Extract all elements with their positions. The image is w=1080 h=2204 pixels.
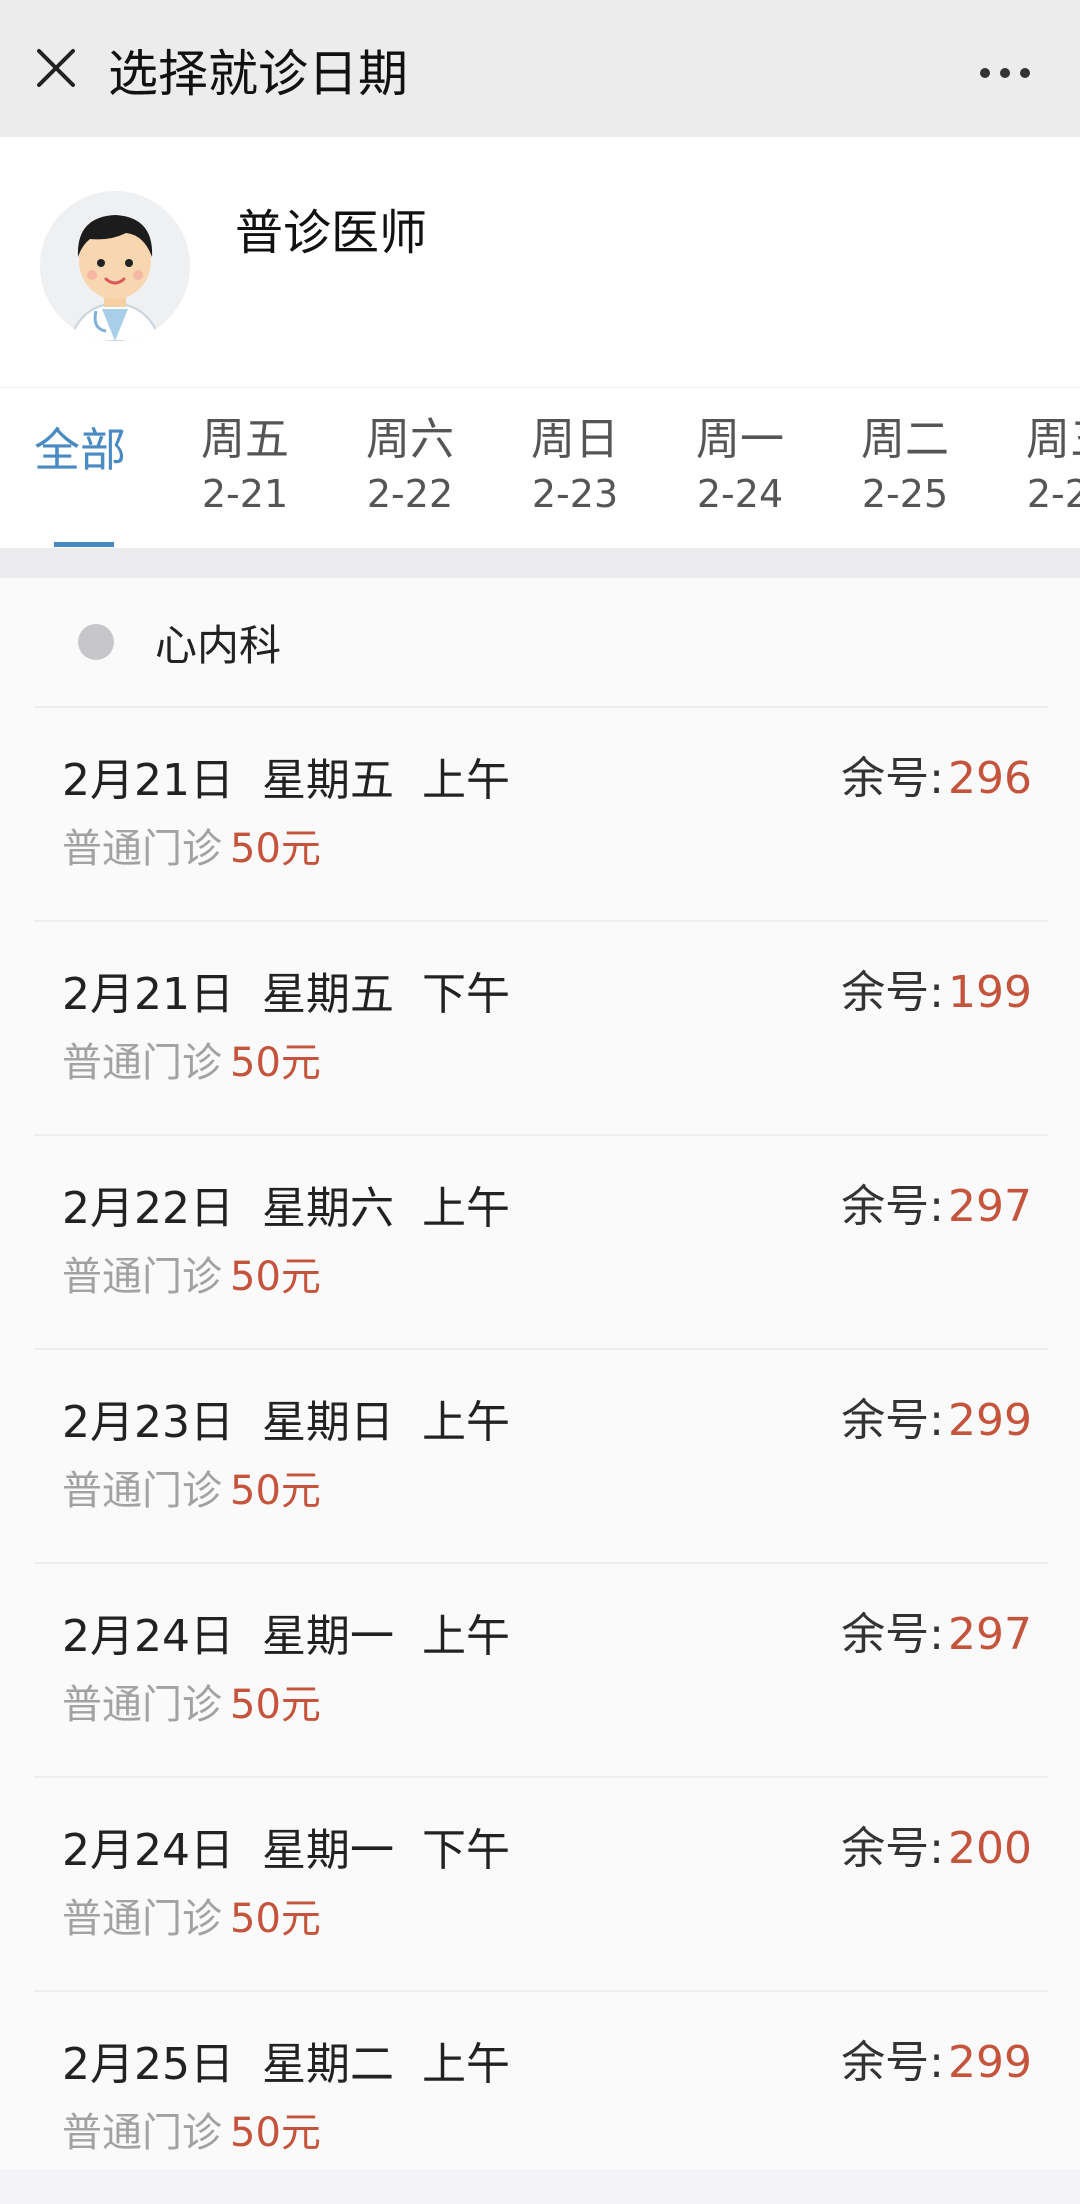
close-icon (37, 49, 75, 87)
schedule-list: 心内科 2月21日 星期五 上午 普通门诊 50元 余号:296 2月21日 星期… (0, 578, 1080, 2169)
tab-weekday: 周三 (1026, 414, 1080, 465)
doctor-avatar (40, 191, 190, 341)
tab-date-label: 2-21 (201, 472, 289, 516)
slot-row[interactable]: 2月25日 星期二 上午 普通门诊 50元 余号:299 (34, 1990, 1048, 2204)
page-title: 选择就诊日期 (108, 45, 408, 103)
remaining-count: 余号:199 (841, 967, 1032, 1018)
slot-fee: 普通门诊 50元 (62, 1672, 321, 1730)
more-button[interactable] (970, 48, 1040, 98)
tab-date[interactable]: 周一 2-24 (680, 388, 800, 548)
doctor-header: 普诊医师 (0, 137, 1080, 388)
slot-row[interactable]: 2月21日 星期五 下午 普通门诊 50元 余号:199 (34, 920, 1048, 1134)
close-button[interactable] (26, 38, 86, 98)
tab-date-label: 2-22 (366, 472, 454, 516)
remaining-count: 余号:297 (841, 1609, 1032, 1660)
slot-row[interactable]: 2月24日 星期一 上午 普通门诊 50元 余号:297 (34, 1562, 1048, 1776)
clinic-type: 普通门诊 (62, 1682, 222, 1728)
tab-date-label: 2-24 (696, 472, 784, 516)
tab-date[interactable]: 周五 2-21 (185, 388, 305, 548)
tab-label: 全部 (34, 423, 126, 477)
remaining-count: 余号:299 (841, 2037, 1032, 2088)
more-icon (980, 68, 1030, 78)
price: 50元 (230, 2110, 321, 2156)
tab-weekday: 周日 (531, 414, 619, 465)
slot-datetime: 2月21日 星期五 上午 (62, 755, 510, 806)
slot-datetime: 2月24日 星期一 下午 (62, 1825, 510, 1876)
slot-rows: 2月21日 星期五 上午 普通门诊 50元 余号:296 2月21日 星期五 下午… (34, 706, 1048, 2204)
department-name: 心内科 (155, 621, 282, 670)
active-tab-indicator (54, 542, 114, 547)
clinic-type: 普通门诊 (62, 826, 222, 872)
slot-row[interactable]: 2月21日 星期五 上午 普通门诊 50元 余号:296 (34, 706, 1048, 920)
tab-date-label: 2-26 (1026, 472, 1080, 516)
price: 50元 (230, 1896, 321, 1942)
slot-fee: 普通门诊 50元 (62, 816, 321, 874)
slot-fee: 普通门诊 50元 (62, 2100, 321, 2158)
slot-datetime: 2月22日 星期六 上午 (62, 1183, 510, 1234)
remaining-count: 余号:299 (841, 1395, 1032, 1446)
slot-row[interactable]: 2月23日 星期日 上午 普通门诊 50元 余号:299 (34, 1348, 1048, 1562)
date-tabs: 全部 周五 2-21 周六 2-22 周日 2-23 周一 2-24 周二 2-… (0, 388, 1080, 548)
tab-date-label: 2-23 (531, 472, 619, 516)
doctor-name: 普诊医师 (235, 205, 428, 261)
price: 50元 (230, 826, 321, 872)
slot-datetime: 2月25日 星期二 上午 (62, 2039, 510, 2090)
tab-date-label: 2-25 (861, 472, 949, 516)
tab-weekday: 周五 (201, 414, 289, 465)
tab-date[interactable]: 周二 2-25 (845, 388, 965, 548)
clinic-type: 普通门诊 (62, 1040, 222, 1086)
clinic-type: 普通门诊 (62, 1468, 222, 1514)
slot-fee: 普通门诊 50元 (62, 1244, 321, 1302)
tab-date[interactable]: 周三 2-26 (1010, 388, 1080, 548)
price: 50元 (230, 1682, 321, 1728)
slot-row[interactable]: 2月24日 星期一 下午 普通门诊 50元 余号:200 (34, 1776, 1048, 1990)
clinic-type: 普通门诊 (62, 2110, 222, 2156)
tab-weekday: 周二 (861, 414, 949, 465)
slot-datetime: 2月21日 星期五 下午 (62, 969, 510, 1020)
slot-fee: 普通门诊 50元 (62, 1886, 321, 1944)
slot-datetime: 2月23日 星期日 上午 (62, 1397, 510, 1448)
remaining-count: 余号:297 (841, 1181, 1032, 1232)
department-header: 心内科 (0, 578, 1080, 708)
remaining-count: 余号:200 (841, 1823, 1032, 1874)
tab-weekday: 周六 (366, 414, 454, 465)
price: 50元 (230, 1040, 321, 1086)
slot-datetime: 2月24日 星期一 上午 (62, 1611, 510, 1662)
price: 50元 (230, 1468, 321, 1514)
top-bar: 选择就诊日期 (0, 0, 1080, 137)
tab-all[interactable]: 全部 (30, 404, 130, 504)
section-divider (0, 548, 1080, 578)
tab-date[interactable]: 周日 2-23 (515, 388, 635, 548)
tab-weekday: 周一 (696, 414, 784, 465)
slot-fee: 普通门诊 50元 (62, 1458, 321, 1516)
clinic-type: 普通门诊 (62, 1254, 222, 1300)
price: 50元 (230, 1254, 321, 1300)
slot-fee: 普通门诊 50元 (62, 1030, 321, 1088)
department-dot-icon (78, 624, 114, 660)
clinic-type: 普通门诊 (62, 1896, 222, 1942)
slot-row[interactable]: 2月22日 星期六 上午 普通门诊 50元 余号:297 (34, 1134, 1048, 1348)
remaining-count: 余号:296 (841, 753, 1032, 804)
tab-date[interactable]: 周六 2-22 (350, 388, 470, 548)
